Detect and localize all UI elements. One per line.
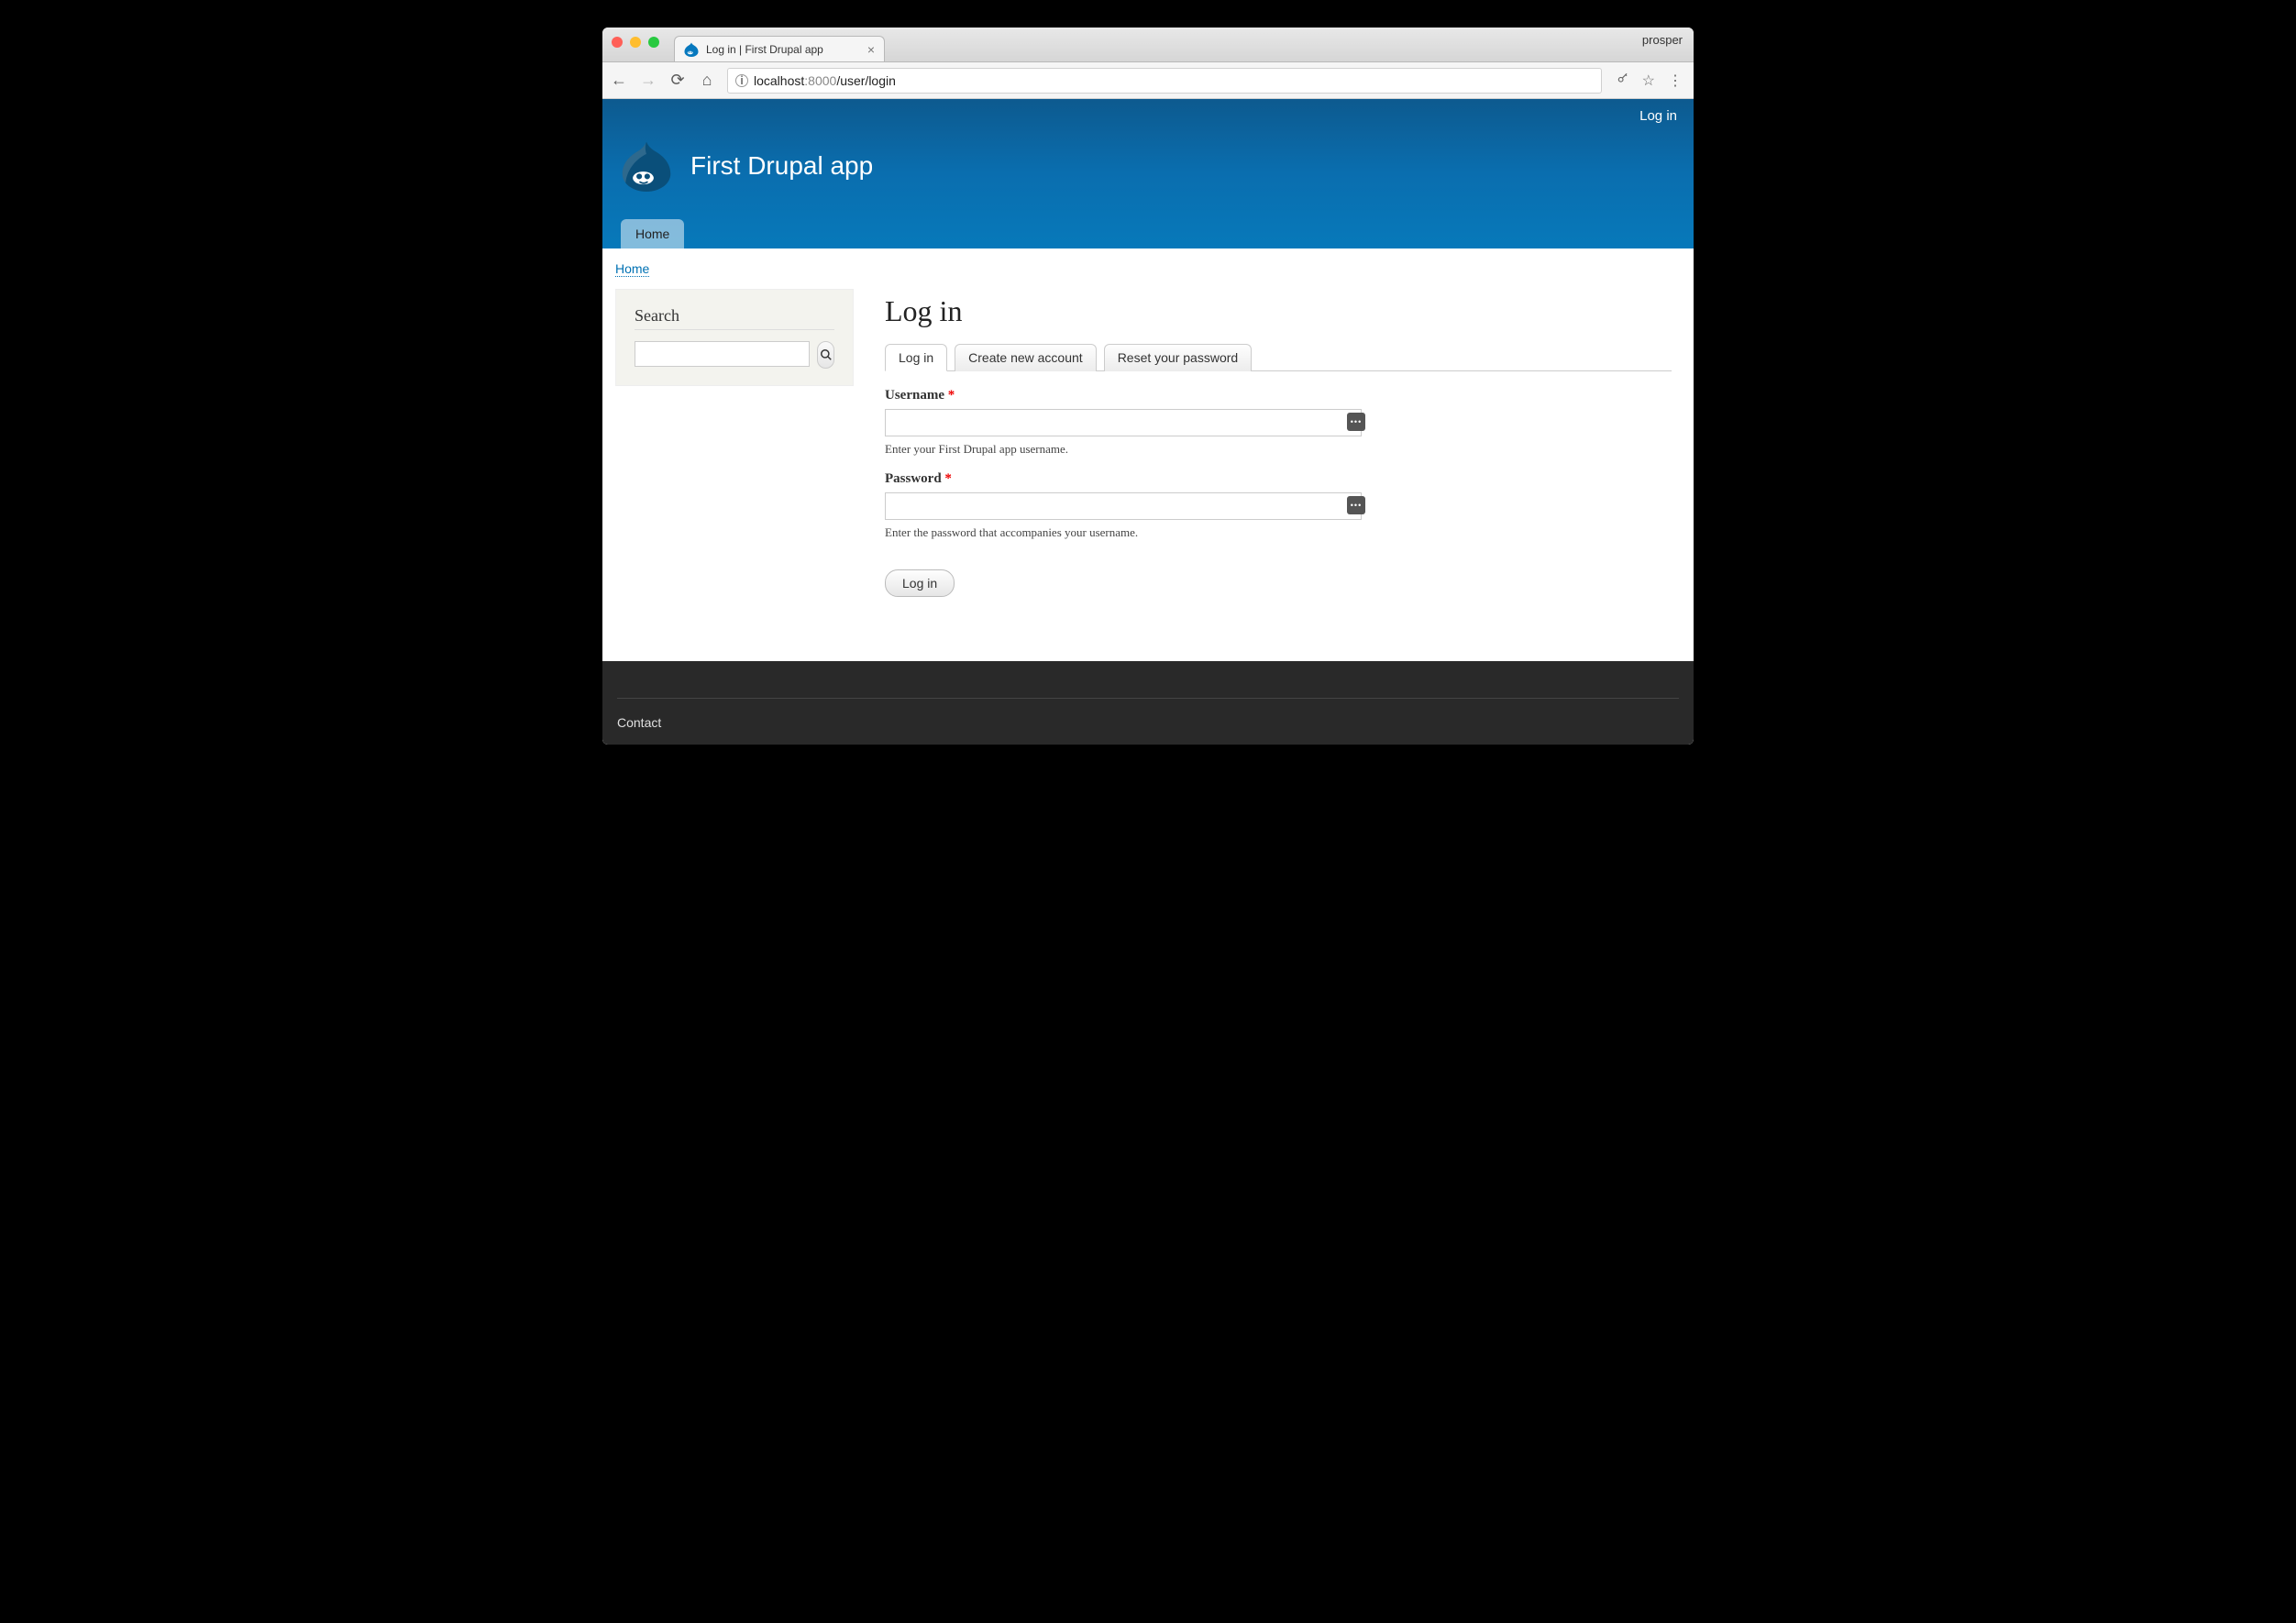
menu-item-home[interactable]: Home bbox=[621, 219, 684, 248]
search-heading: Search bbox=[635, 306, 834, 330]
drupal-logo-icon[interactable] bbox=[621, 140, 672, 192]
content-area: Search Log in Log in Create new account … bbox=[602, 276, 1694, 661]
chrome-menu-icon[interactable]: ⋮ bbox=[1668, 72, 1683, 90]
browser-toolbar: ← → ⟳ ⌂ i localhost:8000/user/login ☆ ⋮ bbox=[602, 62, 1694, 99]
header-login-link[interactable]: Log in bbox=[1639, 108, 1677, 124]
titlebar: Log in | First Drupal app × prosper bbox=[602, 28, 1694, 62]
tab-login[interactable]: Log in bbox=[885, 344, 947, 371]
search-icon bbox=[820, 348, 833, 361]
required-mark: * bbox=[948, 388, 955, 403]
reload-button[interactable]: ⟳ bbox=[668, 71, 687, 90]
password-description: Enter the password that accompanies your… bbox=[885, 525, 1362, 540]
branding: First Drupal app bbox=[615, 124, 1681, 219]
form-item-password: Password * ••• Enter the password that a… bbox=[885, 471, 1362, 540]
breadcrumb: Home bbox=[602, 248, 1694, 276]
sidebar: Search bbox=[615, 289, 854, 386]
toolbar-actions: ☆ ⋮ bbox=[1613, 72, 1686, 90]
form-item-username: Username * ••• Enter your First Drupal a… bbox=[885, 388, 1362, 457]
password-label: Password * bbox=[885, 471, 1362, 487]
chrome-profile-label[interactable]: prosper bbox=[1642, 33, 1683, 47]
key-icon[interactable] bbox=[1617, 72, 1629, 89]
browser-tab[interactable]: Log in | First Drupal app × bbox=[674, 36, 885, 61]
site-header: Log in First Drupal app Home bbox=[602, 99, 1694, 248]
username-label: Username * bbox=[885, 388, 1362, 403]
username-label-text: Username bbox=[885, 388, 944, 403]
username-description: Enter your First Drupal app username. bbox=[885, 442, 1362, 457]
address-bar[interactable]: i localhost:8000/user/login bbox=[727, 68, 1602, 94]
minimize-window-icon[interactable] bbox=[630, 37, 641, 48]
back-button[interactable]: ← bbox=[610, 71, 628, 90]
url-host: localhost bbox=[754, 73, 804, 88]
login-submit-button[interactable]: Log in bbox=[885, 569, 955, 597]
close-window-icon[interactable] bbox=[612, 37, 623, 48]
search-input[interactable] bbox=[635, 341, 810, 367]
drupal-favicon-icon bbox=[684, 42, 699, 57]
page-title: Log in bbox=[885, 294, 1672, 328]
forward-button: → bbox=[639, 71, 657, 90]
page: Log in First Drupal app Home Home bbox=[602, 99, 1694, 745]
password-field[interactable] bbox=[885, 492, 1362, 520]
footer-contact-link[interactable]: Contact bbox=[617, 715, 661, 730]
tab-reset-password[interactable]: Reset your password bbox=[1104, 344, 1253, 371]
tab-create-account[interactable]: Create new account bbox=[955, 344, 1097, 371]
home-button[interactable]: ⌂ bbox=[698, 71, 716, 90]
password-label-text: Password bbox=[885, 471, 942, 486]
breadcrumb-home[interactable]: Home bbox=[615, 261, 649, 277]
footer-divider bbox=[617, 698, 1679, 699]
footer: Contact bbox=[602, 661, 1694, 745]
site-info-icon[interactable]: i bbox=[735, 74, 748, 87]
password-manager-icon[interactable]: ••• bbox=[1347, 496, 1365, 514]
tab-title: Log in | First Drupal app bbox=[706, 43, 823, 56]
maximize-window-icon[interactable] bbox=[648, 37, 659, 48]
username-field[interactable] bbox=[885, 409, 1362, 436]
password-manager-icon[interactable]: ••• bbox=[1347, 413, 1365, 431]
site-name[interactable]: First Drupal app bbox=[690, 151, 873, 181]
url-port: :8000 bbox=[804, 73, 836, 88]
main-content: Log in Log in Create new account Reset y… bbox=[885, 289, 1681, 648]
account-tabs: Log in Create new account Reset your pas… bbox=[885, 343, 1672, 371]
main-menu: Home bbox=[615, 219, 1681, 248]
required-mark: * bbox=[944, 471, 952, 486]
search-button[interactable] bbox=[817, 341, 834, 369]
url-path: /user/login bbox=[836, 73, 896, 88]
close-tab-icon[interactable]: × bbox=[867, 42, 875, 57]
window-controls bbox=[612, 37, 659, 48]
bookmark-star-icon[interactable]: ☆ bbox=[1642, 72, 1655, 90]
browser-window: Log in | First Drupal app × prosper ← → … bbox=[602, 28, 1694, 745]
